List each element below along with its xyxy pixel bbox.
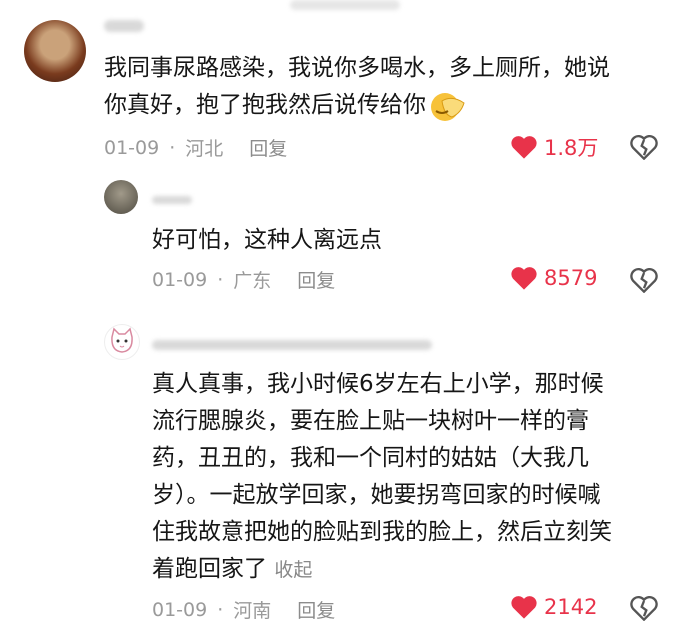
like-count: 1.8万 bbox=[544, 136, 599, 160]
username-blurred[interactable] bbox=[104, 20, 144, 32]
like-count: 2142 bbox=[544, 595, 598, 619]
avatar[interactable] bbox=[104, 324, 140, 360]
dislike-button[interactable] bbox=[630, 134, 658, 164]
like-button[interactable]: 1.8万 bbox=[510, 132, 598, 162]
reply-location: 广东 bbox=[233, 270, 272, 292]
avatar[interactable] bbox=[104, 180, 138, 214]
reply-location: 河南 bbox=[233, 600, 272, 622]
reply-meta: 01-09 · 广东 回复 bbox=[152, 266, 335, 293]
avatar[interactable] bbox=[24, 20, 86, 82]
meta-separator: · bbox=[217, 268, 224, 291]
heart-icon bbox=[511, 596, 537, 619]
broken-heart-icon bbox=[630, 595, 658, 622]
meta-separator: · bbox=[169, 136, 176, 159]
username-blurred[interactable] bbox=[152, 196, 192, 204]
reply-date: 01-09 bbox=[152, 598, 208, 621]
comment-text: 我同事尿路感染，我说你多喝水，多上厕所，她说 你真好，抱了抱我然后说传给你 bbox=[104, 50, 684, 124]
reply-button[interactable]: 回复 bbox=[297, 596, 335, 623]
broken-heart-icon bbox=[630, 267, 658, 294]
reply-date: 01-09 bbox=[152, 268, 208, 291]
collapse-link[interactable]: 收起 bbox=[274, 559, 312, 581]
reply-meta: 01-09 · 河南 回复 bbox=[152, 596, 335, 623]
blurred-header bbox=[290, 0, 400, 10]
dislike-button[interactable] bbox=[630, 267, 658, 297]
broken-heart-icon bbox=[630, 134, 658, 161]
reply-button[interactable]: 回复 bbox=[249, 134, 287, 161]
reply-text: 好可怕，这种人离远点 bbox=[152, 227, 382, 253]
like-button[interactable]: 2142 bbox=[510, 594, 597, 620]
comment-date: 01-09 bbox=[104, 136, 160, 159]
comment-meta: 01-09 · 河北 回复 bbox=[104, 134, 287, 161]
reply-text: 真人真事，我小时候6岁左右上小学，那时候 流行腮腺炎，要在脸上贴一块树叶一样的膏… bbox=[152, 371, 612, 582]
meta-separator: · bbox=[217, 598, 224, 621]
cartoon-cat-avatar-icon bbox=[111, 327, 133, 353]
reply-button[interactable]: 回复 bbox=[297, 266, 335, 293]
heart-icon bbox=[511, 136, 537, 159]
like-count: 8579 bbox=[544, 266, 598, 290]
comment-location: 河北 bbox=[185, 138, 224, 160]
heart-icon bbox=[511, 267, 537, 290]
username-blurred[interactable] bbox=[152, 340, 432, 350]
facepalm-emoji-icon bbox=[431, 92, 465, 121]
like-button[interactable]: 8579 bbox=[510, 265, 597, 291]
